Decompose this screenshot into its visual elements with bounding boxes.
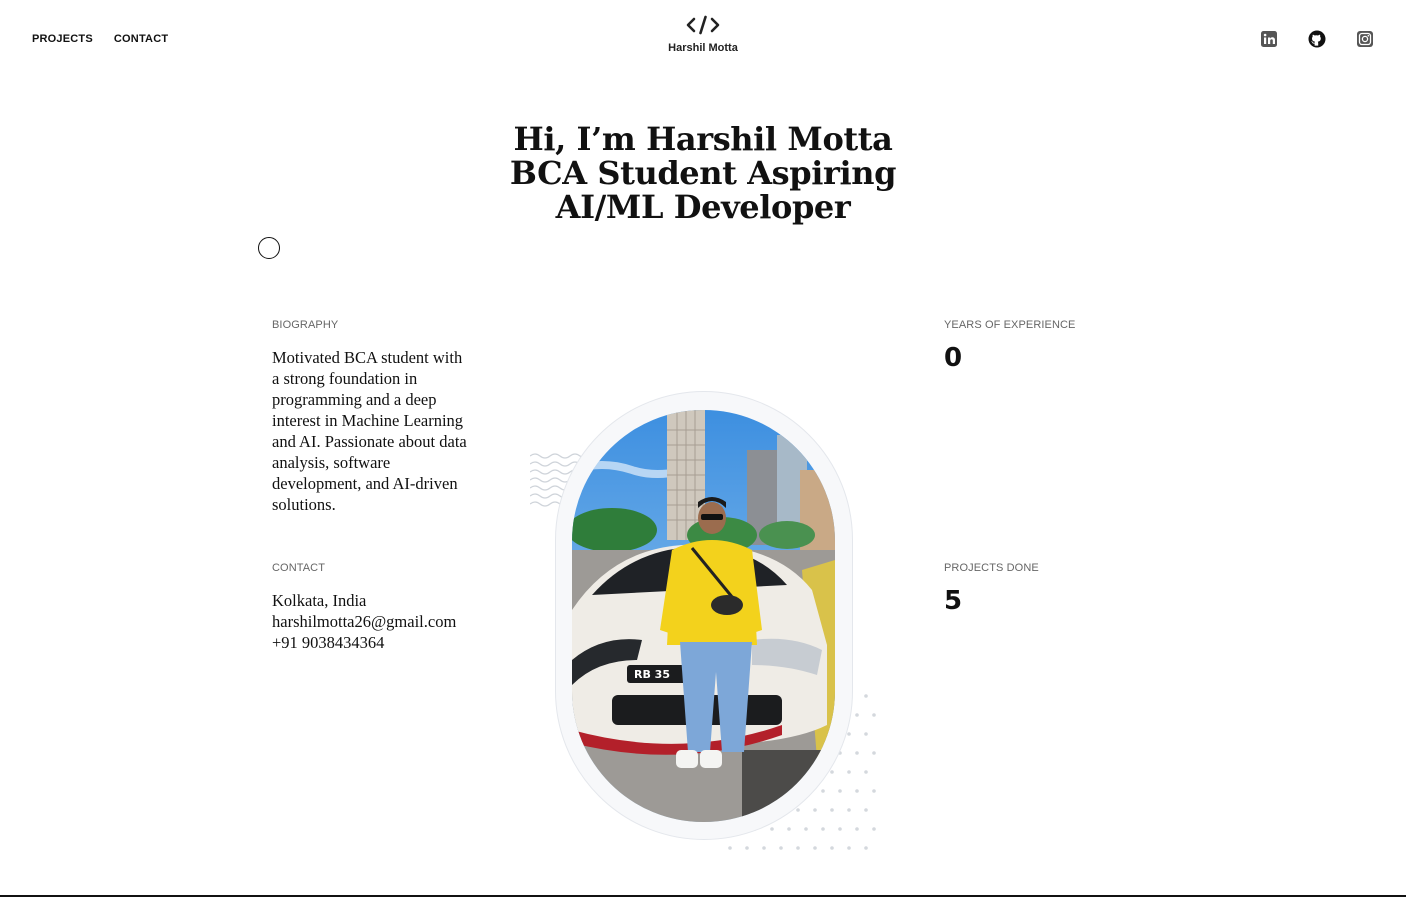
profile-photo-image: RB 35 xyxy=(572,410,835,822)
github-icon xyxy=(1308,30,1326,48)
linkedin-icon xyxy=(1261,31,1277,47)
projects-done-value: 5 xyxy=(944,586,963,616)
contact-label: CONTACT xyxy=(272,562,326,574)
github-link[interactable] xyxy=(1308,30,1326,48)
hero-title-line-1: Hi, I’m Harshil Motta xyxy=(513,120,893,158)
biography-text: Motivated BCA student with a strong foun… xyxy=(272,348,467,514)
contact-email[interactable]: harshilmotta26@gmail.com xyxy=(272,611,492,632)
contact-phone[interactable]: +91 9038434364 xyxy=(272,632,492,653)
projects-done-label: PROJECTS DONE xyxy=(944,562,1039,574)
custom-cursor-ring xyxy=(258,237,280,259)
hero-title-line-2: BCA Student Aspiring xyxy=(509,154,897,192)
instagram-icon xyxy=(1357,31,1373,47)
biography-label: BIOGRAPHY xyxy=(272,319,339,331)
brand[interactable]: Harshil Motta xyxy=(0,14,1406,54)
biography-section: BIOGRAPHY Motivated BCA student with a s… xyxy=(272,319,472,515)
experience-value: 0 xyxy=(944,343,963,373)
contact-location: Kolkata, India xyxy=(272,591,367,610)
hero-title-line-3: AI/ML Developer xyxy=(555,188,851,226)
hero-title: Hi, I’m Harshil Motta BCA Student Aspiri… xyxy=(0,122,1406,224)
instagram-link[interactable] xyxy=(1356,30,1374,48)
projects-stat: PROJECTS DONE 5 xyxy=(944,562,1039,616)
experience-stat: YEARS OF EXPERIENCE 0 xyxy=(944,319,1076,373)
profile-photo: RB 35 xyxy=(572,410,835,822)
social-links xyxy=(1260,30,1374,48)
contact-section: CONTACT Kolkata, India harshilmotta26@gm… xyxy=(272,562,492,653)
svg-text:RB 35: RB 35 xyxy=(634,668,670,681)
code-icon xyxy=(686,15,720,35)
experience-label: YEARS OF EXPERIENCE xyxy=(944,319,1076,331)
brand-name: Harshil Motta xyxy=(668,42,738,54)
linkedin-link[interactable] xyxy=(1260,30,1278,48)
